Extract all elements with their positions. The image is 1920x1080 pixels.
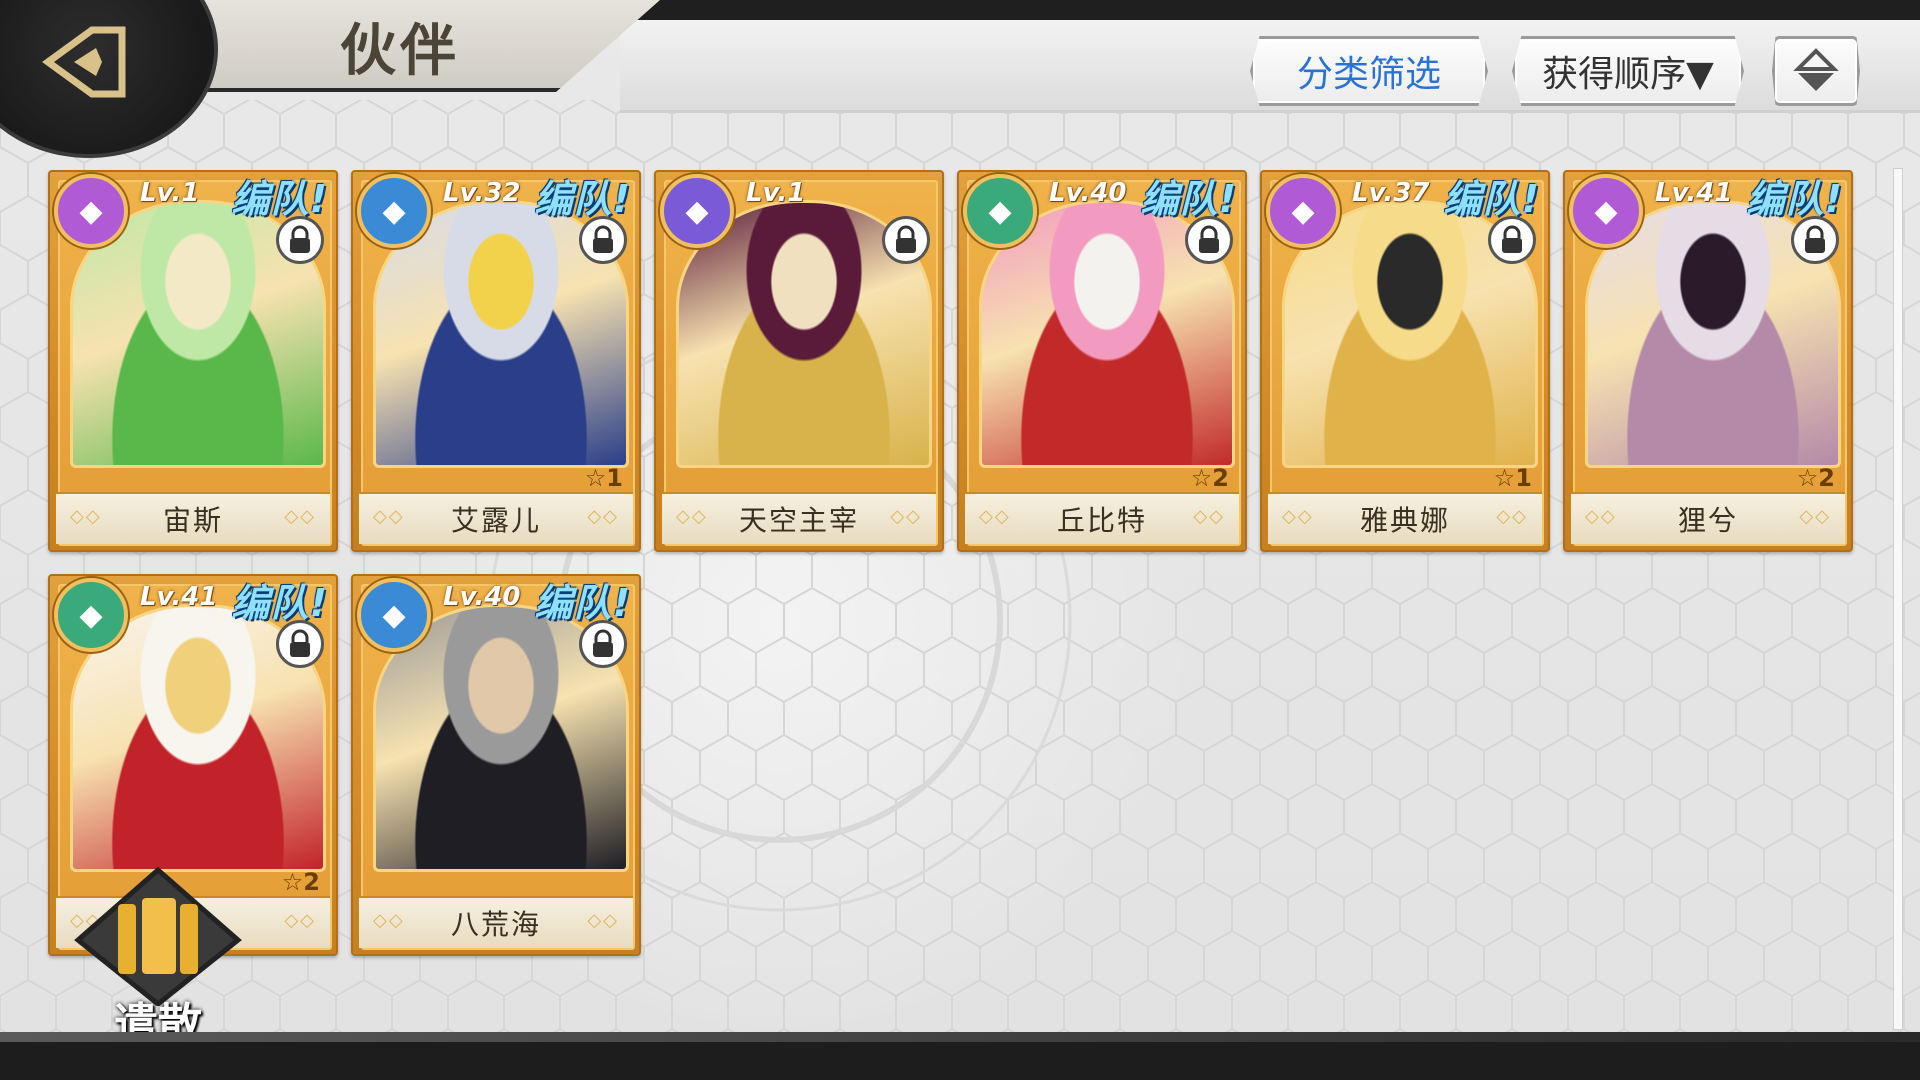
lock-icon[interactable] <box>1185 216 1233 264</box>
dismiss-button[interactable]: 遣散 <box>68 866 248 1050</box>
lock-glyph <box>593 629 613 657</box>
class-archer-icon: ◆ <box>357 578 431 652</box>
lock-glyph <box>290 629 310 657</box>
class-arcane-icon: ◆ <box>1569 174 1643 248</box>
card-stars: ☆2 <box>1796 464 1835 492</box>
class-arcane-icon: ◆ <box>54 174 128 248</box>
lock-icon[interactable] <box>579 216 627 264</box>
card-level: Lv.40 <box>443 582 521 612</box>
partner-card[interactable]: ◆ Lv.40 编队! ☆2 丘比特 <box>957 170 1247 552</box>
team-badge: 编队! <box>231 177 328 221</box>
team-badge: 编队! <box>1443 177 1540 221</box>
lock-icon[interactable] <box>579 620 627 668</box>
lock-icon[interactable] <box>1791 216 1839 264</box>
card-name: 艾露儿 <box>359 492 633 544</box>
sort-toggle-button[interactable] <box>1772 36 1860 106</box>
class-archer-icon: ◆ <box>357 174 431 248</box>
card-level: Lv.1 <box>746 178 806 208</box>
filter-button-label: 分类筛选 <box>1296 54 1441 95</box>
partner-grid: ◆ Lv.1 编队! 宙斯 ◆ Lv.32 编队! ☆1 艾露儿 ◆ Lv.1 <box>48 170 1868 970</box>
partner-card[interactable]: ◆ Lv.1 天空主宰 <box>654 170 944 552</box>
card-level: Lv.40 <box>1049 178 1127 208</box>
class-support-icon: ◆ <box>54 578 128 652</box>
lock-glyph <box>1502 225 1522 253</box>
card-stars: ☆1 <box>1493 464 1532 492</box>
page-title: 伙伴 <box>340 18 460 84</box>
lock-glyph <box>1805 225 1825 253</box>
order-button-label: 获得顺序▼ <box>1542 54 1714 95</box>
back-button[interactable] <box>40 22 140 102</box>
lock-icon[interactable] <box>276 620 324 668</box>
bottom-accent <box>0 1032 1920 1042</box>
card-level: Lv.37 <box>1352 178 1430 208</box>
scrollbar[interactable] <box>1893 168 1903 1030</box>
card-level: Lv.41 <box>1655 178 1733 208</box>
top-bar: 伙伴 分类筛选 获得顺序▼ <box>0 0 1920 158</box>
card-name: 丘比特 <box>965 492 1239 544</box>
lock-icon[interactable] <box>882 216 930 264</box>
team-badge: 编队! <box>534 177 631 221</box>
team-badge: 编队! <box>231 581 328 625</box>
partner-card[interactable]: ◆ Lv.40 编队! 八荒海 <box>351 574 641 956</box>
class-support-icon: ◆ <box>963 174 1037 248</box>
back-icon <box>42 26 126 98</box>
lock-glyph <box>290 225 310 253</box>
lock-glyph <box>593 225 613 253</box>
lock-icon[interactable] <box>276 216 324 264</box>
lock-glyph <box>1199 225 1219 253</box>
card-stars: ☆2 <box>1190 464 1229 492</box>
filter-button[interactable]: 分类筛选 <box>1250 36 1488 106</box>
team-badge: 编队! <box>534 581 631 625</box>
sort-toggle-icon <box>1793 48 1839 91</box>
card-name: 狸兮 <box>1571 492 1845 544</box>
class-spear-icon: ◆ <box>660 174 734 248</box>
card-name: 八荒海 <box>359 896 633 948</box>
card-name: 天空主宰 <box>662 492 936 544</box>
card-level: Lv.41 <box>140 582 218 612</box>
order-button[interactable]: 获得顺序▼ <box>1512 36 1744 106</box>
card-stars: ☆2 <box>281 868 320 896</box>
bottom-bar <box>0 1042 1920 1080</box>
team-badge: 编队! <box>1746 177 1843 221</box>
card-level: Lv.1 <box>140 178 200 208</box>
dismiss-icon <box>74 866 242 1008</box>
partner-card[interactable]: ◆ Lv.41 编队! ☆2 狸兮 <box>1563 170 1853 552</box>
card-stars: ☆1 <box>584 464 623 492</box>
partner-card[interactable]: ◆ Lv.1 编队! 宙斯 <box>48 170 338 552</box>
partner-card[interactable]: ◆ Lv.32 编队! ☆1 艾露儿 <box>351 170 641 552</box>
card-level: Lv.32 <box>443 178 521 208</box>
card-name: 宙斯 <box>56 492 330 544</box>
card-name: 雅典娜 <box>1268 492 1542 544</box>
partner-card[interactable]: ◆ Lv.37 编队! ☆1 雅典娜 <box>1260 170 1550 552</box>
lock-glyph <box>896 225 916 253</box>
class-arcane-icon: ◆ <box>1266 174 1340 248</box>
lock-icon[interactable] <box>1488 216 1536 264</box>
team-badge: 编队! <box>1140 177 1237 221</box>
